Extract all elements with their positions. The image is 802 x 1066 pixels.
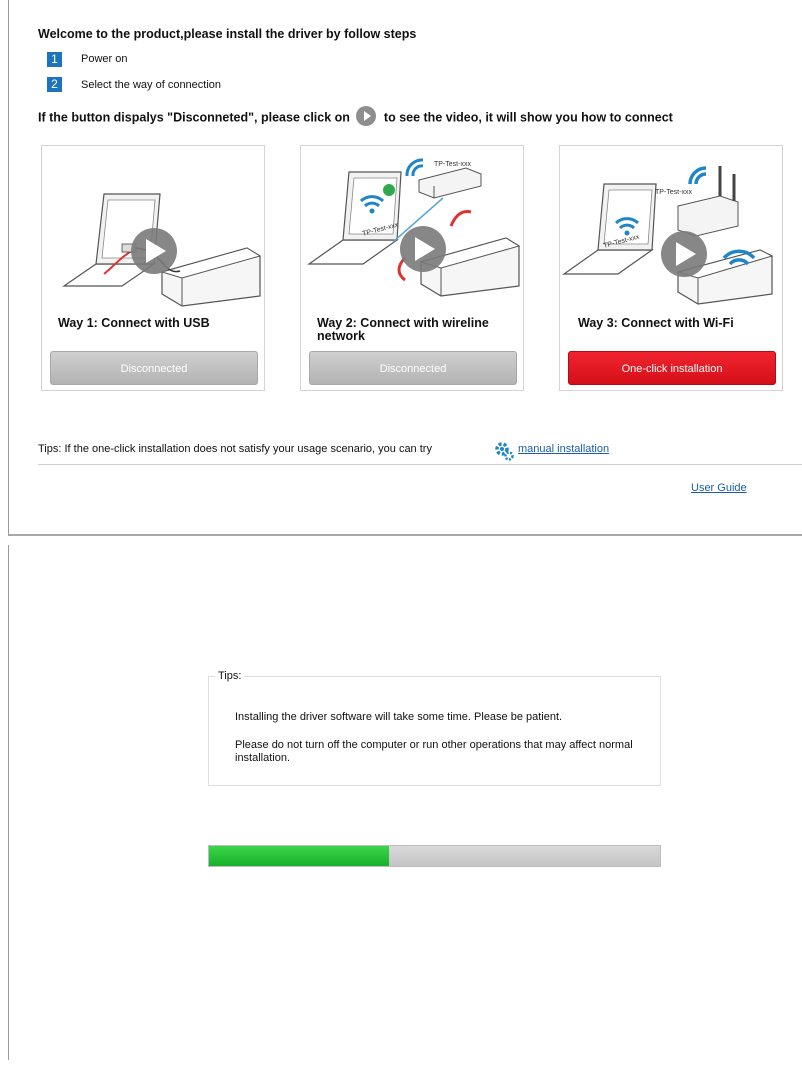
- install-tips-box: [208, 676, 661, 786]
- play-icon: [400, 226, 446, 272]
- install-progress-fill: [209, 846, 390, 866]
- manual-installation-link[interactable]: manual installation: [518, 443, 609, 455]
- step-2-text: Select the way of connection: [81, 79, 222, 91]
- step-1-badge: 1: [47, 52, 62, 67]
- usb-illustration: [62, 193, 262, 307]
- laptop-icon: [562, 183, 657, 275]
- install-tips-line-1: Installing the driver software will take…: [235, 711, 563, 723]
- install-tips-line-2: Please do not turn off the computer or r…: [235, 739, 633, 764]
- tips-text: Tips: If the one-click installation does…: [38, 443, 432, 455]
- card-usb: Way 1: Connect with USB Disconnected: [41, 145, 265, 391]
- welcome-heading: Welcome to the product,please install th…: [38, 27, 417, 41]
- instruction-text-before: If the button dispalys "Disconneted", pl…: [38, 110, 350, 125]
- installing-window-border: [8, 545, 9, 1060]
- wifi-illustration: TP-Test-xxx TP-Test-xxx: [562, 166, 774, 305]
- video-instruction: If the button dispalys "Disconneted", pl…: [38, 106, 673, 128]
- wifi-icon: [688, 166, 707, 185]
- card-wireline-title: Way 2: Connect with wireline network: [317, 316, 489, 343]
- gear-icon[interactable]: [493, 440, 515, 462]
- router-icon: [418, 167, 482, 199]
- wireline-disconnected-button[interactable]: Disconnected: [309, 351, 517, 385]
- wireline-illustration: TP-Test-xxx TP-Test-xxx: [307, 158, 521, 297]
- router-network-label: TP-Test-xxx: [655, 189, 692, 196]
- user-guide-link[interactable]: User Guide: [691, 482, 747, 494]
- step-1-text: Power on: [81, 53, 128, 65]
- card-usb-title: Way 1: Connect with USB: [58, 316, 210, 330]
- one-click-installation-button[interactable]: One-click installation: [568, 351, 776, 385]
- router-icon: [677, 166, 739, 237]
- instruction-text-after: to see the video, it will show you how t…: [383, 110, 673, 125]
- wifi-icon: [405, 158, 424, 177]
- card-wireline: TP-Test-xxx TP-Test-xxx Way 2: Connect w…: [300, 145, 524, 391]
- play-icon: [355, 106, 376, 126]
- install-progress-bar: [208, 845, 661, 867]
- divider: [38, 464, 802, 465]
- card-wifi: TP-Test-xxx TP-Test-xxx Way 3: Connect w…: [559, 145, 783, 391]
- play-icon: [131, 228, 177, 274]
- play-icon: [661, 231, 707, 277]
- card-wifi-title: Way 3: Connect with Wi-Fi: [578, 316, 734, 330]
- usb-disconnected-button[interactable]: Disconnected: [50, 351, 258, 385]
- router-network-label: TP-Test-xxx: [434, 161, 471, 168]
- install-tips-label: Tips:: [215, 670, 245, 682]
- printer-icon: [160, 247, 262, 307]
- step-2-badge: 2: [47, 77, 62, 92]
